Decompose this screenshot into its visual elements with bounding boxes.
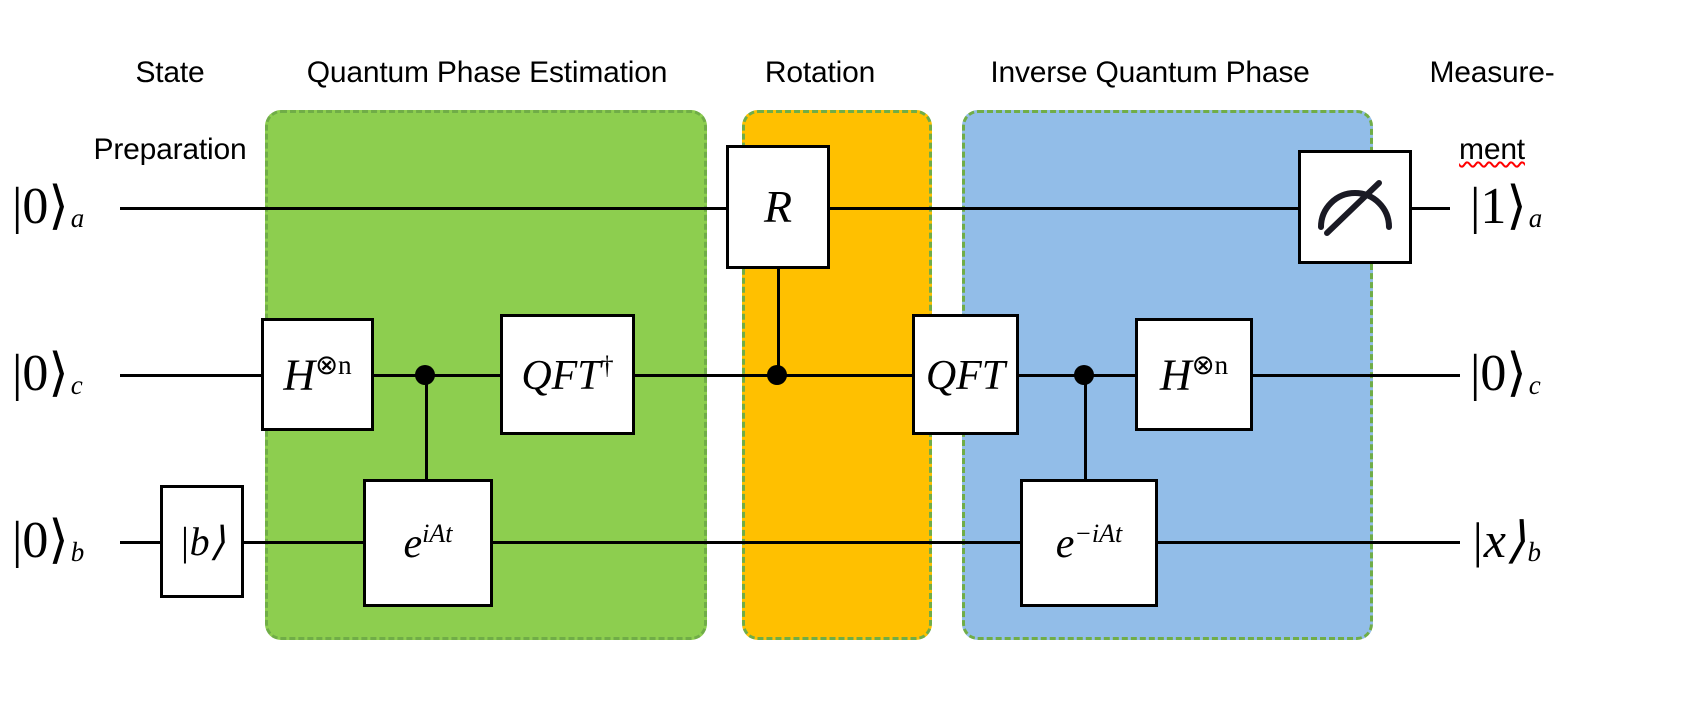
output-c-ket: |0⟩: [1470, 345, 1527, 402]
output-c: |0⟩c: [1470, 348, 1541, 400]
quantum-circuit-diagram: State Preparation Quantum Phase Estimati…: [0, 0, 1684, 724]
gate-qft-dag-superscript: †: [600, 350, 614, 380]
header-rotation-line1: Rotation: [764, 56, 876, 90]
input-c-ket: |0⟩: [12, 345, 69, 402]
gate-eiat-label: eiAt: [403, 519, 453, 567]
gate-b-prep-label: |b⟩: [178, 518, 226, 564]
gate-measure[interactable]: [1298, 150, 1412, 264]
output-c-sub: c: [1528, 370, 1541, 401]
gate-h-iqpe-superscript: ⊗n: [1191, 349, 1229, 380]
gate-qft-dag-base: QFT: [521, 352, 601, 399]
wire-b: [120, 541, 1460, 544]
header-measurement-line1: Measure-: [1429, 56, 1555, 90]
input-b: |0⟩b: [12, 515, 84, 567]
input-a: |0⟩a: [12, 181, 84, 233]
gate-h-iqpe-base: H: [1159, 350, 1192, 400]
wire-a-tail: [1412, 207, 1450, 210]
input-b-sub: b: [70, 537, 85, 568]
header-state-preparation-line1: State: [135, 56, 205, 90]
gate-e-iat[interactable]: e−iAt: [1020, 479, 1158, 607]
output-b: |x⟩b: [1470, 515, 1541, 566]
wire-a: [120, 207, 1300, 210]
gate-e-iat-superscript: −iAt: [1074, 519, 1123, 548]
gate-eiat[interactable]: eiAt: [363, 479, 493, 607]
gate-r[interactable]: R: [726, 145, 830, 269]
input-c-sub: c: [70, 370, 83, 401]
connector-qpe-control: [425, 375, 428, 480]
input-a-ket: |0⟩: [12, 178, 69, 235]
gate-h-qpe-label: H⊗n: [283, 349, 352, 400]
connector-iqpe-control: [1084, 375, 1087, 480]
control-iqpe[interactable]: [1074, 365, 1094, 385]
input-c: |0⟩c: [12, 348, 83, 400]
output-b-ket: |x⟩: [1470, 512, 1526, 568]
gate-h-qpe-base: H: [283, 350, 316, 400]
gate-qft-label: QFT: [926, 353, 1005, 397]
meter-icon: [1318, 180, 1392, 236]
gate-e-iat-base: e: [1055, 521, 1075, 567]
gate-r-label: R: [763, 181, 793, 232]
input-a-sub: a: [70, 203, 85, 234]
output-a: |1⟩a: [1470, 181, 1542, 233]
connector-rotation-control: [777, 266, 780, 376]
gate-e-iat-label: e−iAt: [1055, 519, 1123, 567]
header-qpe-line1: Quantum Phase Estimation: [306, 56, 668, 90]
gate-qft-base: QFT: [925, 352, 1006, 399]
gate-b-prep[interactable]: |b⟩: [160, 485, 244, 598]
gate-qft[interactable]: QFT: [912, 314, 1019, 435]
output-a-sub: a: [1528, 203, 1543, 234]
output-a-ket: |1⟩: [1470, 178, 1527, 235]
gate-h-iqpe-label: H⊗n: [1159, 349, 1229, 400]
gate-qft-dag-label: QFT†: [521, 350, 614, 399]
header-iqpe-line1: Inverse Quantum Phase: [990, 56, 1310, 90]
control-qpe[interactable]: [415, 365, 435, 385]
gate-h-qpe-superscript: ⊗n: [315, 349, 352, 380]
input-b-ket: |0⟩: [12, 512, 69, 569]
header-measurement-line2: ment: [1459, 133, 1525, 167]
gate-h-qpe[interactable]: H⊗n: [261, 318, 374, 431]
gate-qft-dag[interactable]: QFT†: [500, 314, 635, 435]
control-rotation[interactable]: [767, 365, 787, 385]
output-b-sub: b: [1527, 537, 1541, 568]
gate-h-iqpe[interactable]: H⊗n: [1135, 318, 1253, 431]
gate-eiat-superscript: iAt: [422, 519, 453, 548]
header-state-preparation: State Preparation: [70, 16, 270, 208]
gate-eiat-base: e: [403, 521, 423, 567]
header-state-preparation-line2: Preparation: [93, 133, 247, 167]
